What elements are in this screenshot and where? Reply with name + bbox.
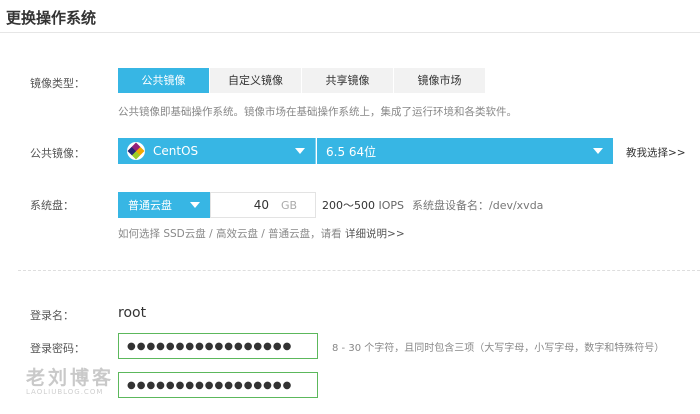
public-image-label: 公共镜像： [30, 147, 85, 160]
password-hint: 8 - 30 个字符，且同时包含三项（大写字母，小写字母，数字和特殊符号） [332, 343, 665, 354]
iops-unit: IOPS [378, 199, 405, 212]
page-title: 更换操作系统 [6, 9, 97, 27]
disk-size-input[interactable] [211, 198, 281, 212]
disk-details-link[interactable]: 详细说明>> [345, 228, 405, 240]
tab-custom-image[interactable]: 自定义镜像 [210, 68, 302, 93]
image-type-label: 镜像类型： [30, 77, 85, 90]
disk-size-box: GB [210, 192, 316, 218]
chevron-down-icon [295, 148, 305, 154]
system-disk-label: 系统盘： [30, 199, 74, 212]
iops-range: 200～500 [322, 199, 375, 212]
disk-type-value: 普通云盘 [128, 199, 172, 212]
centos-logo-icon [127, 142, 145, 160]
confirm-password-input[interactable] [118, 372, 318, 398]
login-name-label: 登录名： [30, 309, 74, 322]
image-type-hint: 公共镜像即基础操作系统。镜像市场在基础操作系统上，集成了运行环境和各类软件。 [118, 106, 517, 118]
version-select[interactable]: 6.5 64位 [317, 138, 613, 164]
tab-shared-image[interactable]: 共享镜像 [302, 68, 394, 93]
iops-info: 200～500 IOPS [322, 197, 404, 213]
watermark-text: 老刘博客 [26, 367, 115, 389]
disk-unit: GB [281, 198, 298, 212]
help-choose-link[interactable]: 教我选择>> [626, 145, 686, 160]
title-divider [0, 32, 700, 33]
password-input[interactable] [118, 333, 318, 359]
image-type-tabs: 公共镜像 自定义镜像 共享镜像 镜像市场 [118, 68, 486, 93]
login-name-value: root [118, 305, 147, 321]
os-select-value: CentOS [153, 144, 199, 158]
password-label: 登录密码： [30, 342, 85, 355]
section-divider [18, 270, 700, 271]
disk-hint: 如何选择 SSD云盘 / 高效云盘 / 普通云盘，请看 详细说明>> [118, 226, 405, 241]
chevron-down-icon [593, 148, 603, 154]
disk-device-name: 系统盘设备名：/dev/xvda [412, 199, 544, 212]
tab-image-market[interactable]: 镜像市场 [394, 68, 486, 93]
os-select[interactable]: CentOS [118, 138, 316, 164]
tab-public-image[interactable]: 公共镜像 [118, 68, 210, 93]
watermark-logo: 老刘博客 LAOLIUBLOG.COM [26, 363, 114, 396]
watermark-subtext: LAOLIUBLOG.COM [26, 388, 104, 396]
disk-hint-text: 如何选择 SSD云盘 / 高效云盘 / 普通云盘，请看 [118, 228, 342, 240]
version-select-value: 6.5 64位 [326, 144, 377, 159]
disk-type-select[interactable]: 普通云盘 [118, 192, 210, 218]
chevron-down-icon [190, 202, 200, 208]
